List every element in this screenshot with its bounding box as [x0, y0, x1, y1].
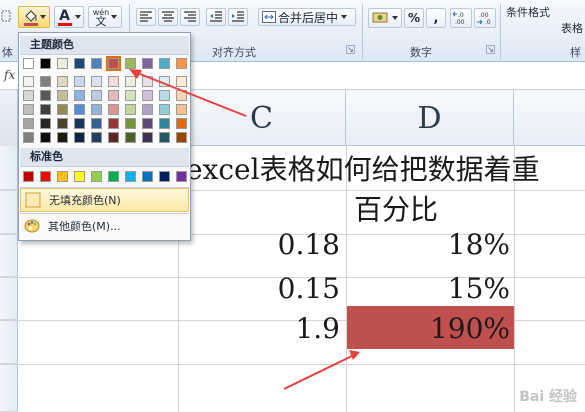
annotation-arrows — [129, 69, 360, 390]
arrow-to-cell — [283, 350, 360, 390]
watermark: Bai 经验 — [519, 389, 577, 405]
arrow-to-swatch — [129, 69, 247, 117]
